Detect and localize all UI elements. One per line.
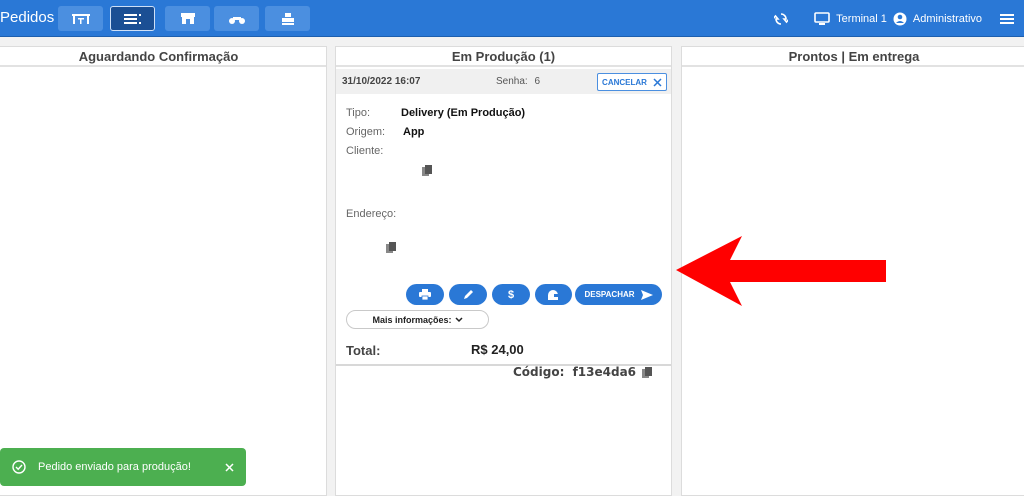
origem-value: App: [403, 126, 425, 138]
printer-icon: [419, 289, 431, 300]
cash-register-icon: [281, 12, 294, 25]
store-icon: [180, 13, 195, 24]
endereco-label: Endereço:: [346, 208, 397, 220]
close-toast-icon[interactable]: [225, 462, 234, 472]
tipo-label: Tipo:: [346, 107, 371, 119]
toast-message: Pedido enviado para produção!: [38, 461, 191, 473]
success-toast: Pedido enviado para produção!: [0, 448, 246, 486]
user-name[interactable]: Administrativo: [913, 13, 982, 25]
edit-button[interactable]: [449, 284, 487, 305]
close-icon: [653, 77, 662, 87]
top-navbar: Pedidos Terminal 1 Administrativo: [0, 0, 1024, 37]
cancel-label: CANCELAR: [602, 77, 647, 87]
column-awaiting-title: Aguardando Confirmação: [0, 47, 326, 67]
column-ready-delivery-title: Prontos | Em entrega: [682, 47, 1024, 67]
send-icon: [640, 289, 653, 300]
column-in-production-title: Em Produção (1): [336, 47, 671, 67]
order-datetime: 31/10/2022 16:07: [342, 76, 421, 87]
dollar-icon: $: [507, 288, 515, 301]
order-senha: Senha: 6: [496, 76, 540, 87]
senha-value: 6: [534, 76, 541, 87]
origem-row: Origem:: [346, 126, 385, 138]
red-arrow-annotation: [676, 236, 886, 306]
cash-register-button[interactable]: [265, 6, 310, 31]
dispatch-label: DESPACHAR: [584, 290, 635, 299]
cancel-button[interactable]: CANCELAR: [597, 73, 667, 91]
tables-view-button[interactable]: [58, 6, 103, 31]
codigo-value: f13e4da6: [572, 365, 637, 379]
user-icon: [893, 12, 907, 25]
total-value: R$ 24,00: [471, 342, 524, 357]
copy-address-icon[interactable]: [386, 242, 396, 254]
more-info-label: Mais informações:: [372, 314, 452, 325]
column-in-production: Em Produção (1) 31/10/2022 16:07 Senha: …: [335, 46, 672, 496]
order-card[interactable]: 31/10/2022 16:07 Senha: 6 CANCELAR Tipo:…: [336, 69, 671, 379]
tipo-value: Delivery (Em Produção): [401, 107, 526, 119]
more-info-toggle[interactable]: Mais informações:: [346, 310, 489, 329]
codigo-label: Código:: [513, 365, 565, 379]
check-circle-icon: [12, 460, 26, 474]
top-right-area: Terminal 1 Administrativo: [774, 0, 1014, 37]
wallet-icon: [547, 289, 560, 300]
cliente-label: Cliente:: [346, 145, 384, 157]
pencil-icon: [463, 290, 473, 299]
codigo-row: Código: f13e4da6: [513, 365, 636, 379]
delivery-button[interactable]: [214, 6, 259, 31]
chevron-down-icon: [454, 316, 463, 322]
print-button[interactable]: [406, 284, 444, 305]
app-title: Pedidos: [0, 9, 55, 26]
list-icon: [123, 13, 141, 24]
sync-icon[interactable]: [774, 12, 789, 26]
tipo-row: Tipo:: [346, 107, 370, 119]
orders-list-button[interactable]: [110, 6, 155, 31]
senha-label: Senha:: [496, 76, 528, 87]
payment-button[interactable]: $: [492, 284, 530, 305]
origem-label: Origem:: [346, 126, 386, 138]
motorcycle-icon: [228, 16, 245, 24]
copy-code-icon[interactable]: [642, 367, 652, 379]
dispatch-button[interactable]: DESPACHAR: [575, 284, 662, 305]
column-awaiting: Aguardando Confirmação: [0, 46, 327, 496]
copy-icon[interactable]: [422, 165, 432, 177]
total-label: Total:: [346, 343, 381, 358]
order-card-header: 31/10/2022 16:07 Senha: 6 CANCELAR: [336, 69, 671, 94]
monitor-icon: [814, 11, 830, 25]
terminal-label: Terminal 1: [836, 12, 887, 25]
tables-icon: [71, 13, 90, 24]
menu-icon[interactable]: [1000, 13, 1014, 25]
store-button[interactable]: [165, 6, 210, 31]
wallet-button[interactable]: [535, 284, 572, 305]
